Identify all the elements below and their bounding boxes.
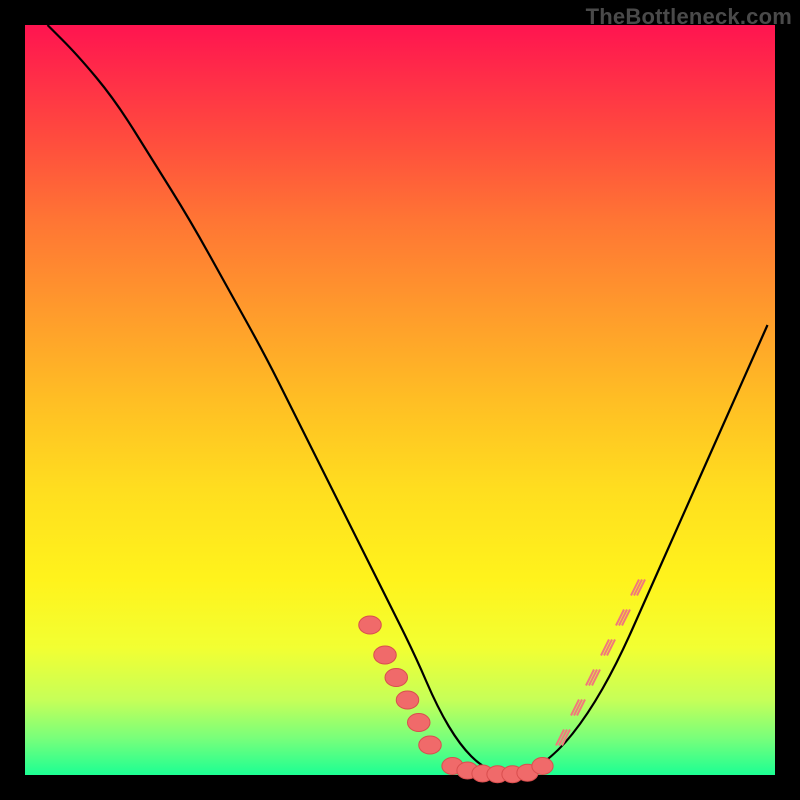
bottleneck-curve xyxy=(48,25,768,774)
watermark-text: TheBottleneck.com xyxy=(586,4,792,30)
plot-area xyxy=(25,25,775,775)
chart-frame: TheBottleneck.com xyxy=(0,0,800,800)
curve-svg xyxy=(25,25,775,775)
hatch-cluster-right xyxy=(556,580,645,746)
marker-cluster-bottom xyxy=(442,758,553,783)
